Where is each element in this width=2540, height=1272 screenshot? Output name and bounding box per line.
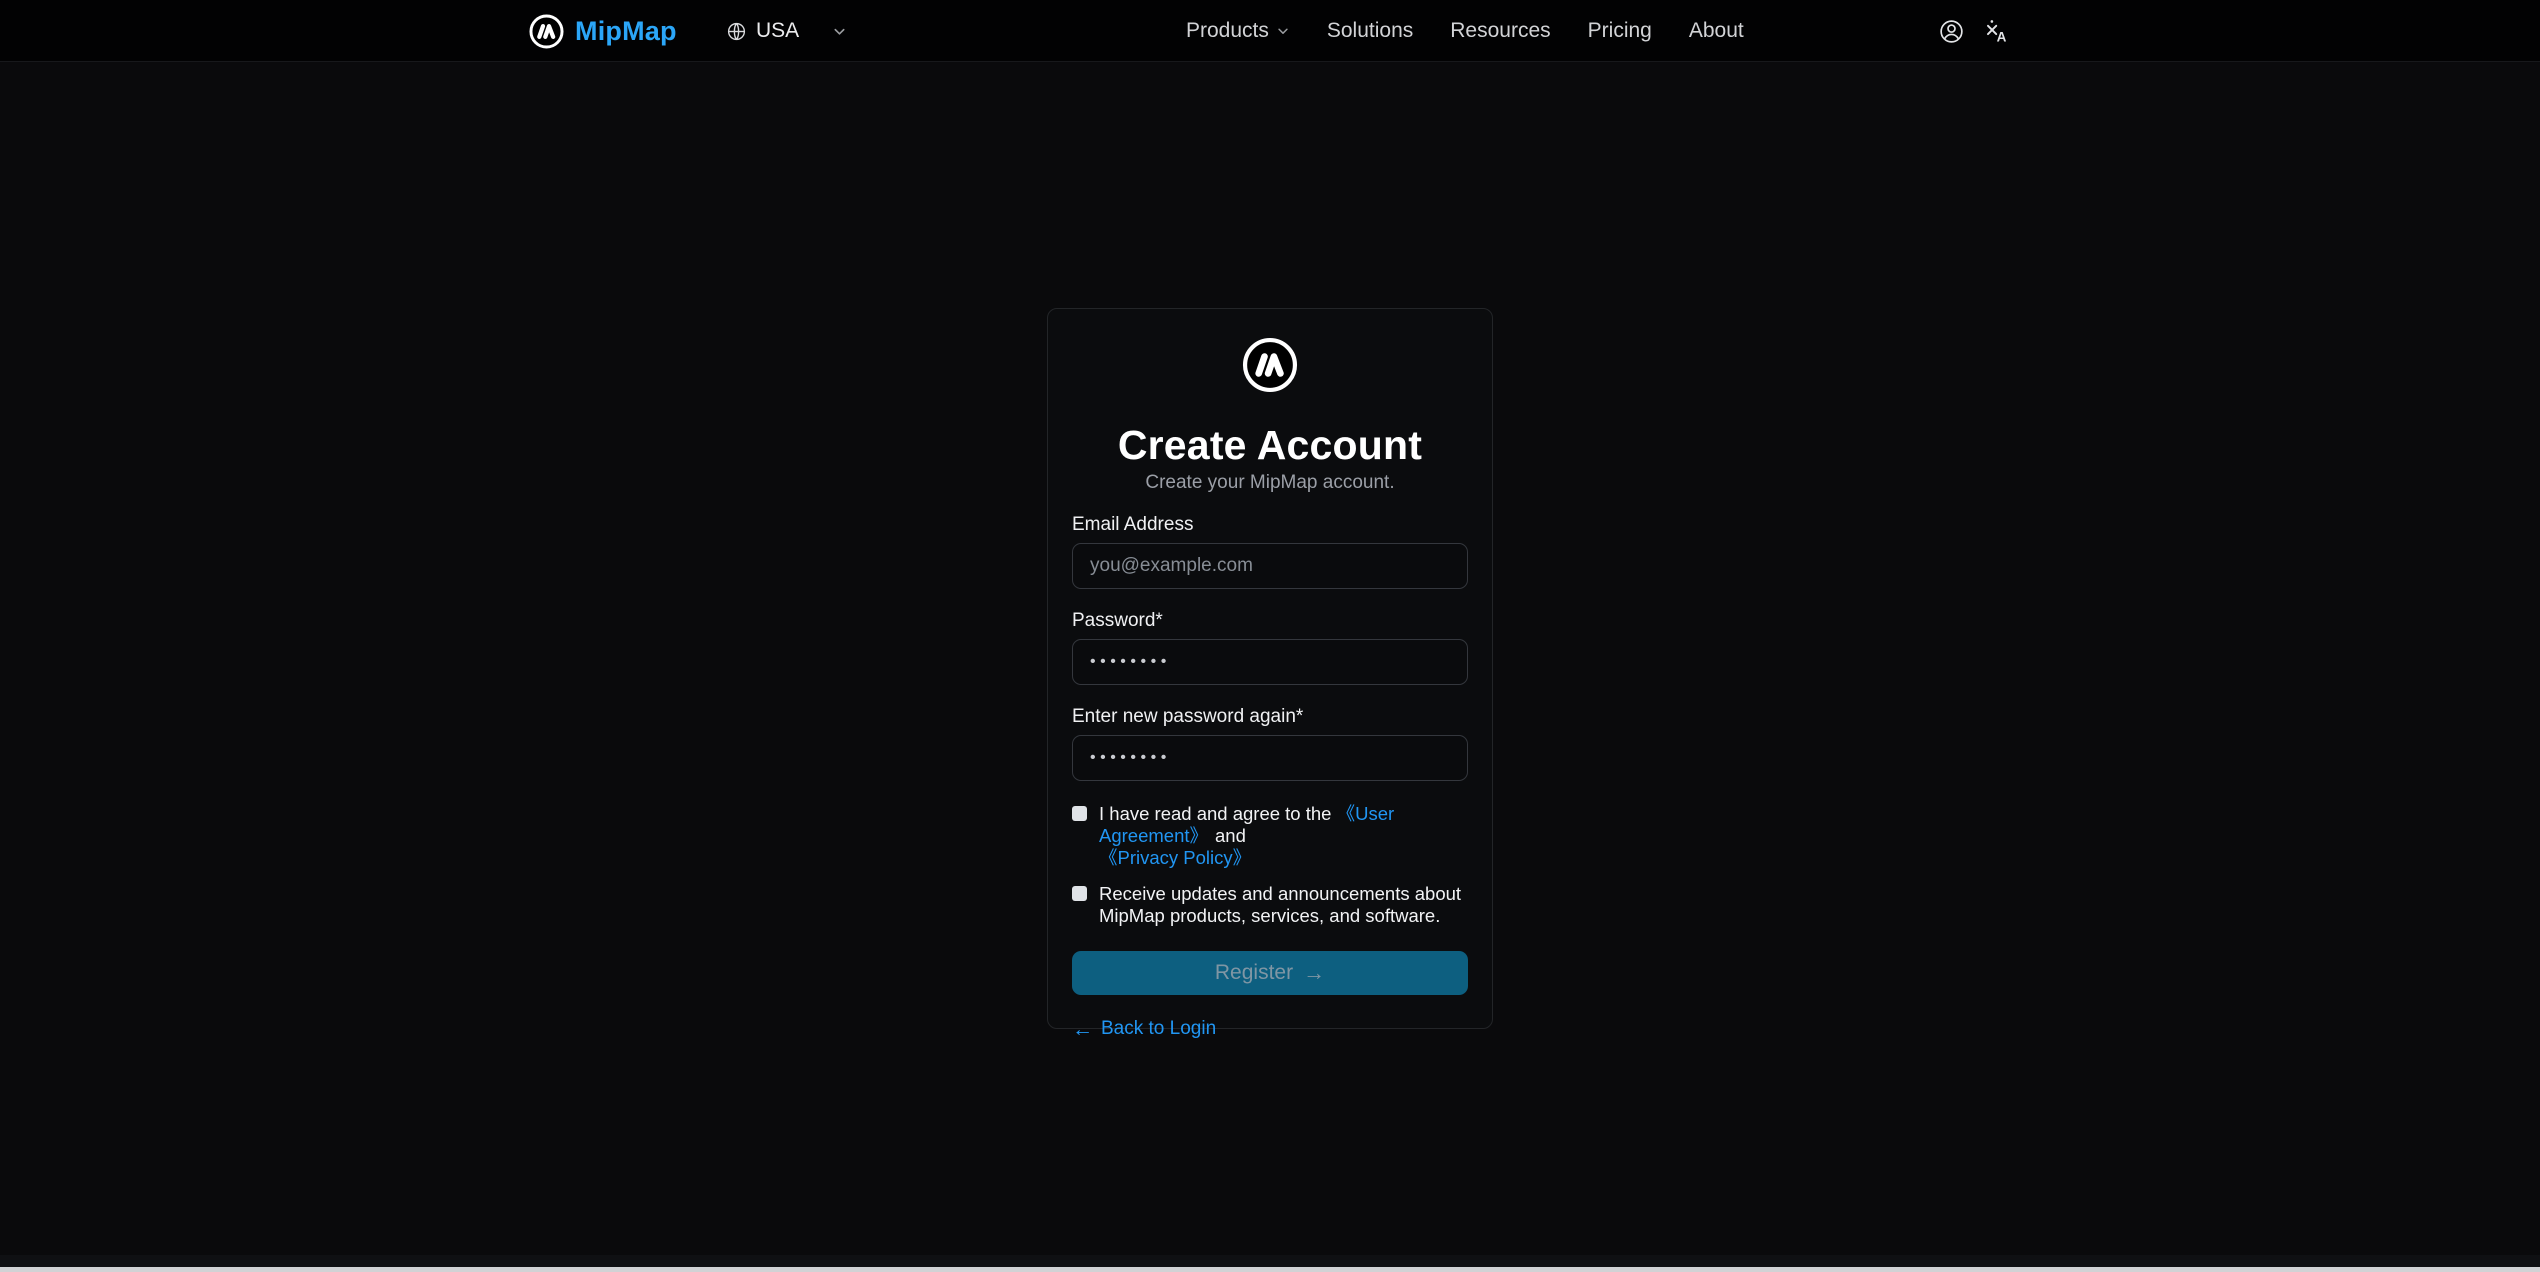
mipmap-logo-icon — [528, 13, 565, 50]
main-nav: Products Solutions Resources Pricing Abo… — [1186, 0, 1744, 62]
brand-name: MipMap — [575, 16, 677, 47]
email-input[interactable] — [1072, 543, 1468, 589]
updates-optin-text: Receive updates and announcements about … — [1099, 883, 1468, 927]
updates-checkbox[interactable] — [1072, 886, 1087, 901]
agreement-conjunction: and — [1215, 825, 1246, 846]
nav-item-products-label: Products — [1186, 19, 1269, 43]
confirm-password-label: Enter new password again* — [1072, 706, 1468, 728]
password-input[interactable] — [1072, 639, 1468, 685]
nav-item-products[interactable]: Products — [1186, 19, 1290, 43]
agreement-checkbox[interactable] — [1072, 806, 1087, 821]
region-label: USA — [756, 19, 799, 43]
create-account-card: Create Account Create your MipMap accoun… — [1047, 308, 1493, 1029]
updates-optin-row: Receive updates and announcements about … — [1072, 883, 1468, 927]
register-button[interactable]: Register → — [1072, 951, 1468, 995]
page-title: Create Account — [1072, 425, 1468, 466]
confirm-password-input[interactable] — [1072, 735, 1468, 781]
email-label: Email Address — [1072, 514, 1468, 536]
region-selector[interactable]: USA — [726, 0, 847, 62]
back-to-login-link[interactable]: ← Back to Login — [1072, 1018, 1216, 1040]
chevron-down-icon — [832, 24, 847, 39]
nav-item-pricing[interactable]: Pricing — [1588, 19, 1652, 43]
mipmap-logo-icon — [1241, 336, 1299, 399]
privacy-policy-link[interactable]: 《Privacy Policy》 — [1099, 847, 1251, 868]
nav-item-about[interactable]: About — [1689, 19, 1744, 43]
nav-item-resources[interactable]: Resources — [1450, 19, 1550, 43]
footer-peek-band — [0, 1255, 2540, 1267]
globe-icon — [726, 21, 747, 42]
nav-item-solutions[interactable]: Solutions — [1327, 19, 1413, 43]
register-button-label: Register — [1215, 961, 1293, 985]
page-subtitle: Create your MipMap account. — [1072, 472, 1468, 494]
card-logo-wrap — [1072, 336, 1468, 399]
register-page: MipMap USA Products — [0, 0, 2540, 1272]
navbar-actions: A — [1938, 0, 2009, 62]
arrow-left-icon: ← — [1072, 1019, 1093, 1040]
translate-icon[interactable]: A — [1983, 18, 2009, 44]
password-label: Password* — [1072, 610, 1468, 632]
chevron-down-icon — [1276, 24, 1290, 38]
agreement-text: I have read and agree to the 《User Agree… — [1099, 803, 1468, 869]
svg-text:A: A — [1997, 29, 2007, 44]
footer-peek-edge — [0, 1267, 2540, 1272]
arrow-right-icon: → — [1303, 962, 1325, 984]
back-to-login-label: Back to Login — [1101, 1018, 1216, 1040]
account-icon[interactable] — [1938, 18, 1965, 45]
agreement-prefix: I have read and agree to the — [1099, 803, 1331, 824]
brand-logo-link[interactable]: MipMap — [528, 0, 677, 62]
top-navbar: MipMap USA Products — [0, 0, 2540, 62]
agreement-row: I have read and agree to the 《User Agree… — [1072, 803, 1468, 869]
